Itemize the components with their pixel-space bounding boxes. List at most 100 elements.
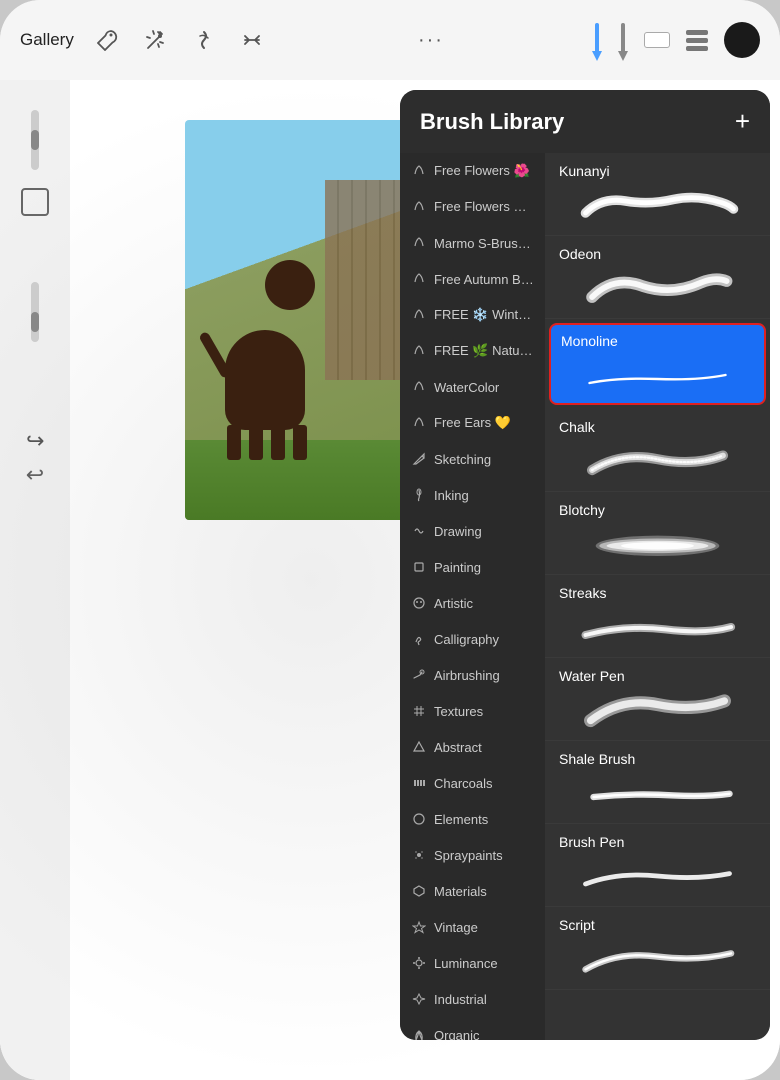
category-icon — [410, 810, 428, 828]
smudge-icon[interactable] — [186, 22, 222, 58]
category-item-watercolor[interactable]: WaterColor — [400, 369, 545, 405]
more-options[interactable]: ··· — [418, 29, 444, 52]
brush-item-brush-pen[interactable]: Brush Pen — [545, 824, 770, 907]
category-label: Drawing — [434, 524, 482, 539]
brush-name-chalk: Chalk — [559, 419, 756, 435]
brush-item-water-pen[interactable]: Water Pen — [545, 658, 770, 741]
category-label: Organic — [434, 1028, 480, 1041]
category-icon — [410, 774, 428, 792]
category-label: Abstract — [434, 740, 482, 755]
wrench-icon[interactable] — [90, 22, 126, 58]
brush-library-body: Free Flowers 🌺 Free Flowers 🌺 V.2 Marmo … — [400, 153, 770, 1040]
category-item-free-flowers[interactable]: Free Flowers 🌺 — [400, 153, 545, 189]
brush-item-streaks[interactable]: Streaks — [545, 575, 770, 658]
category-item-materials[interactable]: Materials — [400, 873, 545, 909]
category-item-textures[interactable]: Textures — [400, 693, 545, 729]
canvas-area: ↩ ↩ Brush Library — [0, 80, 780, 1080]
category-label: Textures — [434, 704, 483, 719]
category-item-artistic[interactable]: Artistic — [400, 585, 545, 621]
category-item-elements[interactable]: Elements — [400, 801, 545, 837]
category-item-spraypaints[interactable]: Spraypaints — [400, 837, 545, 873]
category-icon — [410, 738, 428, 756]
brush-library-panel: Brush Library + Free Flowers 🌺 — [400, 90, 770, 1040]
color-picker-button[interactable] — [724, 22, 760, 58]
category-item-sketching[interactable]: Sketching — [400, 441, 545, 477]
gallery-button[interactable]: Gallery — [20, 30, 74, 50]
category-item-painting[interactable]: Painting — [400, 549, 545, 585]
brush-name-kunanyi: Kunanyi — [559, 163, 756, 179]
category-label: Luminance — [434, 956, 498, 971]
brush-list: Kunanyi Odeon — [545, 153, 770, 1040]
brush-name-streaks: Streaks — [559, 585, 756, 601]
brush-item-chalk[interactable]: Chalk — [545, 409, 770, 492]
brush-name-shale-brush: Shale Brush — [559, 751, 756, 767]
toolbar-center: ··· — [270, 29, 592, 52]
category-item-calligraphy[interactable]: Calligraphy — [400, 621, 545, 657]
category-icon — [410, 594, 428, 612]
brush-size-slider[interactable] — [31, 110, 39, 170]
category-label: Airbrushing — [434, 668, 500, 683]
transform-icon[interactable] — [234, 22, 270, 58]
layers-button[interactable] — [686, 30, 708, 51]
brush-stroke-shale-brush — [559, 773, 756, 813]
brush-stroke-blotchy — [559, 524, 756, 564]
brush-name-brush-pen: Brush Pen — [559, 834, 756, 850]
magic-icon[interactable] — [138, 22, 174, 58]
eraser-tool-button[interactable] — [644, 32, 670, 48]
category-item-free-flowers-v2[interactable]: Free Flowers 🌺 V.2 — [400, 189, 545, 225]
category-icon — [410, 558, 428, 576]
category-item-inking[interactable]: Inking — [400, 477, 545, 513]
category-item-airbrushing[interactable]: Airbrushing — [400, 657, 545, 693]
category-item-charcoals[interactable]: Charcoals — [400, 765, 545, 801]
category-item-luminance[interactable]: Luminance — [400, 945, 545, 981]
toolbar-left: Gallery — [20, 22, 270, 58]
category-label: FREE 🌿 Nature... — [434, 343, 535, 359]
smudge-tool-button[interactable] — [618, 23, 628, 61]
category-icon — [410, 198, 428, 216]
add-brush-button[interactable]: + — [735, 106, 750, 137]
category-label: Free Flowers 🌺 — [434, 163, 530, 179]
brush-library-title: Brush Library — [420, 109, 564, 135]
category-label: Inking — [434, 488, 469, 503]
brush-stroke-streaks — [559, 607, 756, 647]
brush-name-blotchy: Blotchy — [559, 502, 756, 518]
category-label: Elements — [434, 812, 488, 827]
category-icon — [410, 666, 428, 684]
category-item-organic[interactable]: Organic — [400, 1017, 545, 1040]
category-item-industrial[interactable]: Industrial — [400, 981, 545, 1017]
category-icon — [410, 1026, 428, 1040]
category-label: Painting — [434, 560, 481, 575]
brush-stroke-monoline — [561, 355, 754, 395]
brush-stroke-kunanyi — [559, 185, 756, 225]
category-label: FREE ❄️ Winter N... — [434, 307, 535, 323]
category-icon — [410, 486, 428, 504]
category-label: Calligraphy — [434, 632, 499, 647]
brush-item-script[interactable]: Script — [545, 907, 770, 990]
category-item-free-nature[interactable]: FREE 🌿 Nature... — [400, 333, 545, 369]
brush-item-shale-brush[interactable]: Shale Brush — [545, 741, 770, 824]
undo-button[interactable]: ↩ — [26, 428, 44, 454]
category-icon — [410, 990, 428, 1008]
category-label: Free Ears 💛 — [434, 415, 511, 431]
category-label: Vintage — [434, 920, 478, 935]
category-label: Free Flowers 🌺 V.2 — [434, 199, 535, 215]
brush-item-blotchy[interactable]: Blotchy — [545, 492, 770, 575]
category-label: Industrial — [434, 992, 487, 1007]
category-item-abstract[interactable]: Abstract — [400, 729, 545, 765]
pen-tool-button[interactable] — [592, 23, 602, 61]
category-item-free-ears[interactable]: Free Ears 💛 — [400, 405, 545, 441]
category-item-free-autumn[interactable]: Free Autumn Brushes... — [400, 261, 545, 297]
category-icon — [410, 378, 428, 396]
brush-library-header: Brush Library + — [400, 90, 770, 153]
category-item-marmo[interactable]: Marmo S-Brush Pack — [400, 225, 545, 261]
category-icon — [410, 846, 428, 864]
brush-item-monoline[interactable]: Monoline — [549, 323, 766, 405]
brush-item-kunanyi[interactable]: Kunanyi — [545, 153, 770, 236]
category-item-vintage[interactable]: Vintage — [400, 909, 545, 945]
brush-item-odeon[interactable]: Odeon — [545, 236, 770, 319]
category-item-free-winter[interactable]: FREE ❄️ Winter N... — [400, 297, 545, 333]
opacity-slider[interactable] — [31, 282, 39, 342]
category-label: Artistic — [434, 596, 473, 611]
brush-stroke-odeon — [559, 268, 756, 308]
category-item-drawing[interactable]: Drawing — [400, 513, 545, 549]
